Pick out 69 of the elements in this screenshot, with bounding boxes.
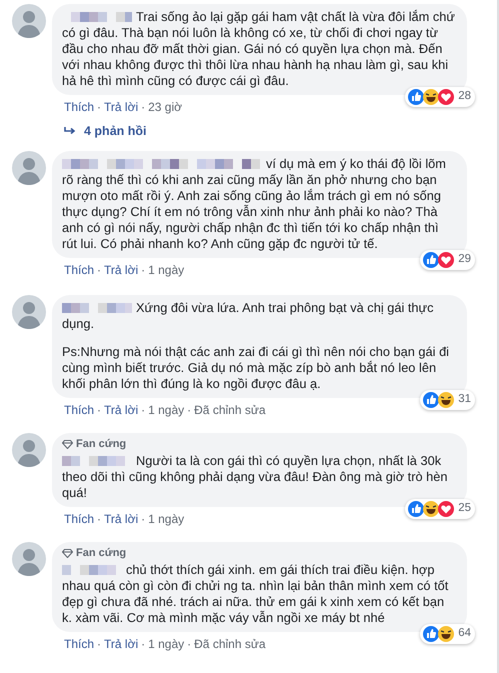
reaction-count[interactable]: 64: [458, 625, 471, 642]
avatar[interactable]: [12, 294, 46, 329]
like-link[interactable]: Thích: [64, 98, 94, 116]
reply-link[interactable]: Trả lời: [104, 510, 138, 528]
like-reaction-icon: [422, 250, 440, 269]
separator-dot: ·: [97, 510, 102, 528]
laughing-reaction-icon: [422, 500, 440, 518]
reply-link[interactable]: Trả lời: [104, 634, 138, 653]
comment-text: Ps:Nhưng mà nói thật các anh zai đi cái gì thì nên nói cho bạn gái đi cùng mình biết trước. Giả dụ nó mà mặc zíp bò anh bắt nó leo lên khối phân lớn thì đúng là ko ngồi được đâu ạ.: [62, 344, 450, 392]
reaction-count[interactable]: 28: [458, 88, 471, 106]
heart-reaction-icon: [437, 250, 456, 269]
blurred-name: [62, 302, 132, 314]
separator-dot: ·: [187, 636, 192, 653]
diamond-icon: [62, 548, 73, 558]
comment-text: Xứng đôi vừa lứa. Anh trai phông bạt và chị gái thực dụng.: [62, 300, 434, 332]
comment-text: chủ thớt thích gái xinh. em gái thích trai điều kiện. hợp nhau quá còn gì còn đi chửi ng ta. nhìn lại bản thân mình xem có tốt đẹp gì chưa đã nhé. trách ai nữa. thử em gái k xinh xem có kết bạn k. xàm vãi. Cơ mà mình mặc váy vẫn ngồi xe máy bt nhé: [62, 562, 450, 626]
reactions-summary[interactable]: 28: [405, 87, 475, 107]
reactions-summary[interactable]: 31: [420, 390, 475, 410]
reply-link[interactable]: Trả lời: [104, 98, 138, 116]
reaction-count[interactable]: 31: [458, 391, 471, 408]
separator-dot: ·: [187, 402, 192, 419]
reactions-summary[interactable]: 25: [405, 498, 475, 519]
separator-dot: ·: [97, 636, 102, 653]
separator-dot: ·: [141, 636, 146, 653]
avatar[interactable]: [12, 432, 46, 467]
comment-text: ví dụ mà em ý ko thái độ lồi lõm rõ ràng thế thì có khi anh zai cũng mấy lần ăn phở nhưng cho bạn mượn oto mất rồi ý. Anh zai sống cũng ảo lắm trách gì em nó sống thực dụng? Chí ít em nó trông vẫn xinh như ảnh phải ko nào? Thà anh có gì nói nấy, người chấp nhận đc thì tiến tới ko chấp nhận thì rút lui. Có phải nhanh ko? Anh cũng gặp đc người tử tế.: [62, 156, 447, 252]
like-link[interactable]: Thích: [64, 634, 94, 653]
separator-dot: ·: [97, 402, 102, 419]
diamond-icon: [62, 440, 73, 449]
comment-text: Trai sống ảo lại gặp gái ham vật chất là vừa đôi lắm chứ có gì đâu. Thà bạn nói luôn là không có xe, từ chối đi chơi ngay từ đầu cho nhau đỡ mất thời gian. Gái nó có quyền lựa chọn mà. Đến với nhau không được thì thôi lừa nhau hành hạ nhau làm gì, sau khi hả hê thì mình cũng có được cái gì đâu.: [62, 9, 455, 89]
like-reaction-icon: [422, 390, 440, 409]
comment-meta[interactable]: 1 ngày: [148, 260, 184, 279]
like-reaction-icon: [407, 500, 426, 518]
separator-dot: ·: [141, 510, 146, 528]
heart-reaction-icon: [437, 88, 456, 106]
like-link[interactable]: Thích: [64, 400, 94, 419]
fan-label: Fan cứng: [76, 438, 126, 451]
laughing-reaction-icon: [422, 88, 440, 106]
heart-reaction-icon: [437, 500, 456, 518]
comment-meta[interactable]: Đã chỉnh sửa: [194, 634, 266, 653]
comment-meta[interactable]: Đã chỉnh sửa: [194, 400, 266, 419]
reaction-count[interactable]: 25: [458, 500, 471, 518]
comment-text: Người ta là con gái thì có quyền lựa chọn, nhất là 30k theo dõi thì cũng không phải dạng vừa đâu! Đàn ông mà giờ trò hèn quá!: [62, 452, 448, 501]
replies-link[interactable]: 4 phản hồi: [84, 122, 146, 141]
reply-link[interactable]: Trả lời: [104, 260, 138, 279]
separator-dot: ·: [97, 262, 102, 279]
laughing-reaction-icon: [437, 390, 456, 409]
reply-link[interactable]: Trả lời: [104, 400, 138, 419]
like-link[interactable]: Thích: [64, 260, 94, 279]
avatar[interactable]: [12, 4, 46, 38]
comment-meta[interactable]: 1 ngày: [148, 510, 184, 528]
reactions-summary[interactable]: 29: [420, 250, 475, 270]
avatar[interactable]: [12, 150, 46, 185]
avatar[interactable]: [12, 542, 46, 576]
reply-arrow-icon: [64, 126, 76, 136]
reaction-count[interactable]: 29: [458, 251, 471, 268]
separator-dot: ·: [141, 402, 146, 419]
comment-meta[interactable]: 23 giờ: [148, 98, 182, 116]
comment-meta[interactable]: 1 ngày: [148, 400, 184, 419]
separator-dot: ·: [141, 262, 146, 279]
separator-dot: ·: [141, 99, 146, 116]
like-link[interactable]: Thích: [64, 510, 94, 528]
reactions-summary[interactable]: 64: [420, 624, 475, 644]
fan-label: Fan cứng: [76, 546, 126, 560]
comment-meta[interactable]: 1 ngày: [148, 634, 184, 653]
like-reaction-icon: [407, 88, 426, 106]
laughing-reaction-icon: [437, 624, 456, 643]
like-reaction-icon: [422, 624, 440, 643]
separator-dot: ·: [97, 99, 102, 116]
